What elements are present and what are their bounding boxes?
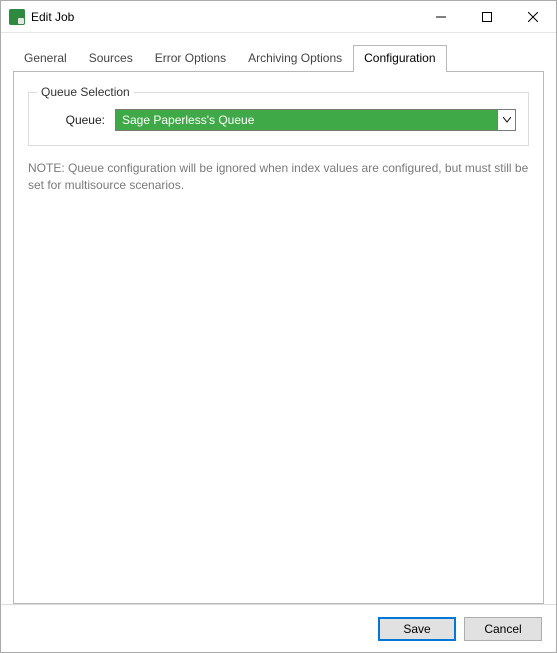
tab-error-options[interactable]: Error Options [144, 45, 237, 71]
tabstrip: General Sources Error Options Archiving … [13, 45, 544, 71]
maximize-icon [482, 12, 492, 22]
minimize-button[interactable] [418, 1, 464, 32]
close-button[interactable] [510, 1, 556, 32]
group-title: Queue Selection [37, 85, 134, 99]
tab-general[interactable]: General [13, 45, 78, 71]
queue-label: Queue: [41, 113, 105, 127]
tabpanel-configuration: Queue Selection Queue: Sage Paperless's … [13, 71, 544, 604]
client-area: General Sources Error Options Archiving … [1, 33, 556, 604]
tab-sources[interactable]: Sources [78, 45, 144, 71]
queue-selected-value: Sage Paperless's Queue [116, 110, 497, 130]
tab-configuration[interactable]: Configuration [353, 45, 446, 72]
minimize-icon [436, 12, 446, 22]
app-icon [9, 9, 25, 25]
titlebar: Edit Job [1, 1, 556, 33]
queue-row: Queue: Sage Paperless's Queue [41, 109, 516, 131]
tab-archiving-options[interactable]: Archiving Options [237, 45, 353, 71]
queue-selection-group: Queue Selection Queue: Sage Paperless's … [28, 92, 529, 146]
dialog-footer: Save Cancel [1, 604, 556, 652]
maximize-button[interactable] [464, 1, 510, 32]
queue-dropdown[interactable]: Sage Paperless's Queue [115, 109, 516, 131]
close-icon [528, 12, 538, 22]
dialog-window: Edit Job General Sources Error Options A… [0, 0, 557, 653]
cancel-button[interactable]: Cancel [464, 617, 542, 641]
chevron-down-icon [503, 117, 511, 123]
config-note: NOTE: Queue configuration will be ignore… [28, 160, 529, 194]
window-controls [418, 1, 556, 32]
window-title: Edit Job [31, 10, 418, 24]
queue-dropdown-button[interactable] [497, 110, 515, 130]
save-button[interactable]: Save [378, 617, 456, 641]
